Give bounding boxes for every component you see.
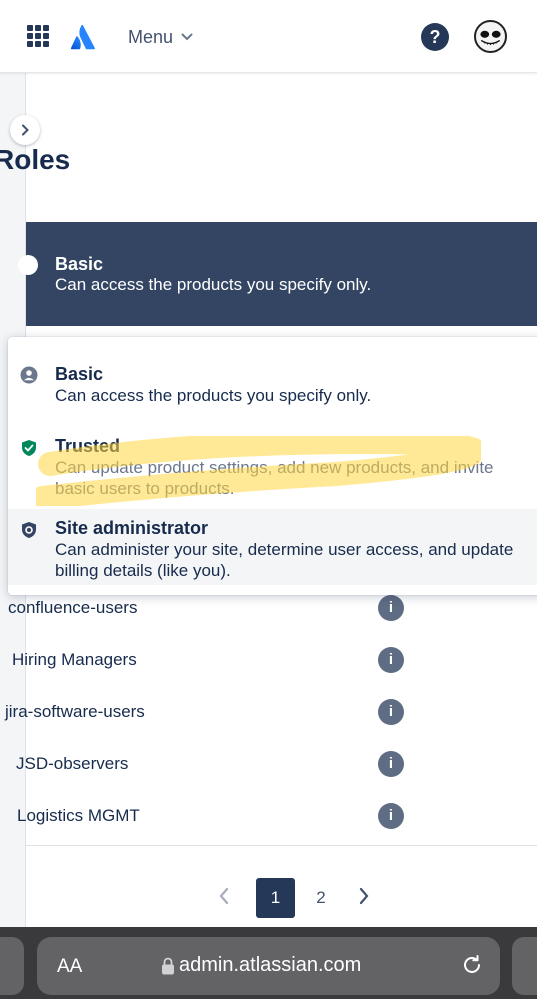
- reload-icon[interactable]: [460, 953, 484, 977]
- help-icon[interactable]: ?: [421, 23, 449, 51]
- next-tab-preview[interactable]: [512, 937, 537, 995]
- text-size-button[interactable]: AA: [57, 956, 82, 978]
- role-option-basic[interactable]: Basic Can access the products you specif…: [8, 359, 537, 431]
- selected-role-name: Basic: [55, 254, 104, 274]
- skull-avatar-icon: [480, 30, 501, 46]
- previous-page-button[interactable]: [218, 887, 230, 911]
- top-navigation: Menu ?: [0, 0, 537, 73]
- selected-role-card[interactable]: Basic Can access the products you specif…: [18, 222, 537, 326]
- info-icon[interactable]: i: [378, 751, 404, 777]
- chevron-right-icon: [359, 887, 369, 905]
- group-name: confluence-users: [8, 598, 138, 617]
- page-title: Roles: [0, 144, 71, 175]
- selected-role-description: Can access the products you specify only…: [55, 275, 372, 294]
- chevron-down-icon: [181, 33, 193, 41]
- role-dropdown-menu: Basic Can access the products you specif…: [8, 337, 537, 595]
- user-icon: [20, 366, 38, 384]
- role-option-description: Can administer your site, determine user…: [55, 540, 514, 580]
- avatar[interactable]: [474, 20, 507, 53]
- page-2-button[interactable]: 2: [304, 878, 338, 918]
- role-option-description: Can update product settings, add new pro…: [55, 458, 494, 498]
- list-item: jira-software-users i: [5, 688, 537, 740]
- page-1-button[interactable]: 1: [256, 878, 295, 918]
- menu-dropdown[interactable]: Menu: [128, 24, 193, 50]
- role-option-name: Site administrator: [55, 518, 209, 538]
- list-item: JSD-observers i: [16, 740, 537, 792]
- shield-gear-icon: [22, 522, 36, 538]
- user-icon: [18, 255, 38, 275]
- divider: [26, 845, 537, 846]
- role-option-site-administrator[interactable]: Site administrator Can administer your s…: [8, 509, 537, 585]
- group-name: jira-software-users: [5, 702, 145, 721]
- chevron-left-icon: [219, 887, 229, 905]
- info-icon[interactable]: i: [378, 803, 404, 829]
- info-icon[interactable]: i: [378, 647, 404, 673]
- url-text: admin.atlassian.com: [179, 954, 362, 976]
- previous-tab-preview[interactable]: [0, 937, 24, 995]
- browser-toolbar: AA admin.atlassian.com: [0, 927, 537, 999]
- chevron-right-icon: [22, 124, 29, 136]
- next-page-button[interactable]: [358, 885, 370, 911]
- menu-label: Menu: [128, 26, 174, 47]
- info-icon[interactable]: i: [378, 595, 404, 621]
- list-item: Logistics MGMT i: [17, 792, 537, 844]
- group-name: Logistics MGMT: [17, 806, 140, 825]
- group-name: Hiring Managers: [12, 650, 137, 669]
- lock-icon: [162, 957, 174, 975]
- address-bar[interactable]: AA admin.atlassian.com: [37, 937, 500, 995]
- info-icon[interactable]: i: [378, 699, 404, 725]
- role-option-trusted[interactable]: Trusted Can update product settings, add…: [8, 431, 537, 509]
- role-option-name: Basic: [55, 364, 104, 384]
- expand-sidebar-button[interactable]: [10, 115, 40, 145]
- list-item: Hiring Managers i: [12, 636, 537, 688]
- shield-check-icon: [22, 440, 36, 456]
- app-switcher-icon[interactable]: [27, 25, 49, 47]
- role-option-description: Can access the products you specify only…: [55, 386, 372, 405]
- atlassian-logo-icon[interactable]: [70, 24, 96, 50]
- group-name: JSD-observers: [16, 754, 129, 773]
- role-option-name: Trusted: [55, 436, 121, 456]
- pagination: 1 2: [0, 877, 537, 919]
